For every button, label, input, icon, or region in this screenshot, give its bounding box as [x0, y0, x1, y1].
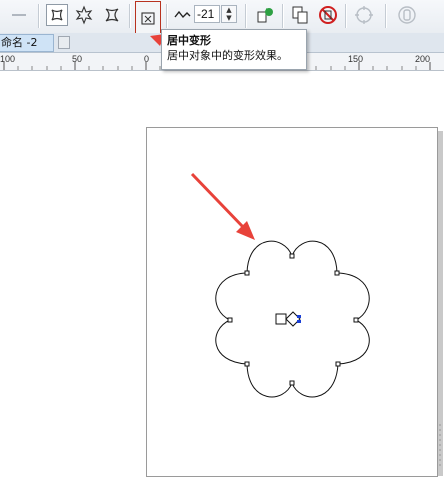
push-pull-icon[interactable] [46, 4, 68, 26]
amplitude-input[interactable]: -21 [194, 5, 220, 23]
amplitude-spinner[interactable]: ▲ ▼ [221, 5, 237, 23]
twister-icon[interactable] [101, 4, 123, 26]
document-tab[interactable]: 命名 -2 [0, 34, 54, 52]
pen-icon[interactable] [8, 4, 30, 26]
tooltip-title: 居中变形 [167, 34, 211, 47]
ruler-label: 0 [144, 54, 150, 64]
toolbar-separator [282, 4, 284, 28]
ruler-label: 100 [0, 54, 16, 64]
spin-up-arrow-icon[interactable]: ▲ [222, 6, 236, 14]
tooltip-description: 居中对象中的变形效果。 [167, 49, 288, 62]
frozen-icon [353, 4, 375, 26]
toolbar-separator [245, 4, 247, 28]
center-distortion-icon [141, 12, 155, 25]
toolbar-separator [345, 4, 347, 28]
tab-page-icon[interactable] [58, 36, 70, 49]
toolbar-separator [129, 4, 131, 28]
clear-distortion-icon[interactable] [317, 4, 339, 26]
ruler-label: 50 [72, 54, 83, 64]
center-distortion-button[interactable] [135, 1, 161, 35]
zipper-icon[interactable] [73, 4, 95, 26]
drawing-page[interactable] [146, 127, 438, 477]
ruler-label: 150 [348, 54, 364, 64]
wave-icon [171, 4, 193, 26]
toolbar-separator [38, 4, 40, 28]
lock-icon [396, 4, 418, 26]
scrollbar-marks [439, 424, 441, 466]
tooltip: 居中变形 居中对象中的变形效果。 [161, 29, 307, 70]
copy-properties-icon[interactable] [289, 4, 311, 26]
spin-down-arrow-icon[interactable]: ▼ [222, 14, 236, 22]
ruler-label: 200 [415, 54, 431, 64]
convert-distortion-icon[interactable] [254, 4, 276, 26]
toolbar-separator [166, 4, 168, 28]
toolbar-separator [385, 4, 387, 28]
